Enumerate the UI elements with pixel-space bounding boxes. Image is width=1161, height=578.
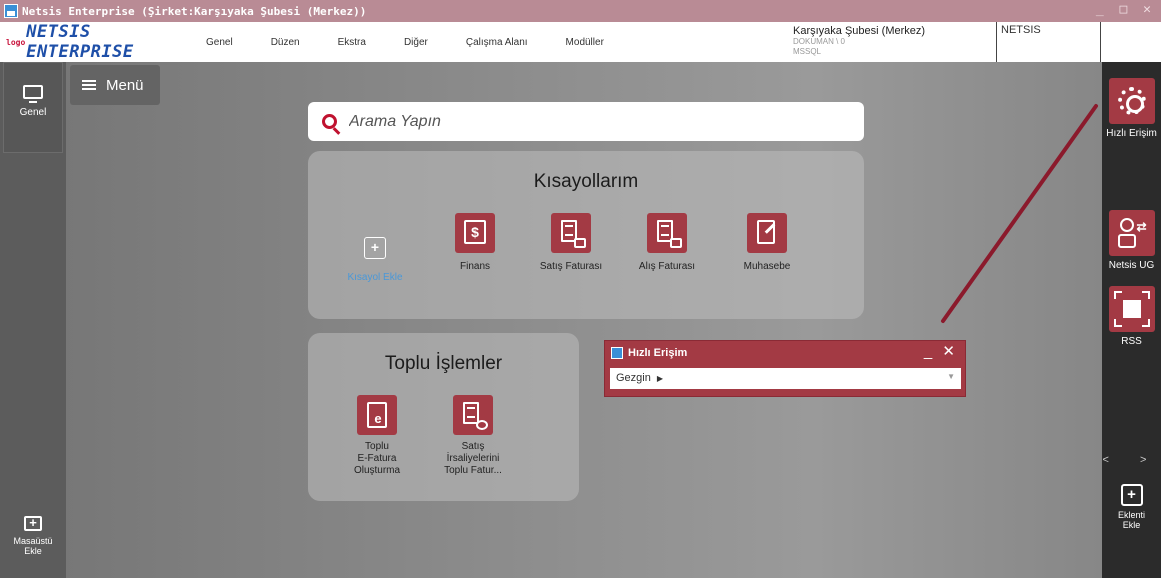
- annotation-line: [941, 104, 1098, 323]
- annotation-stroke: [941, 104, 1098, 323]
